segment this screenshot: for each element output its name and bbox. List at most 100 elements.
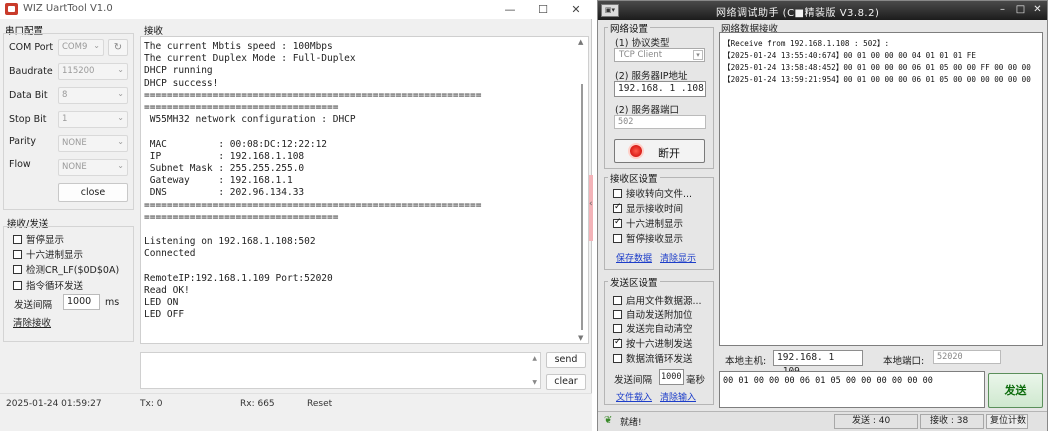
- auto-clear-checkbox[interactable]: 发送完自动清空: [613, 321, 693, 335]
- data-bit-label: Data Bit: [9, 90, 48, 101]
- protocol-label: (1) 协议类型: [615, 38, 670, 49]
- detect-crlf-checkbox[interactable]: 检测CR_LF($0D$0A): [13, 262, 119, 276]
- network-settings-title: 网络设置: [608, 21, 651, 35]
- net-interval-unit: 毫秒: [686, 375, 706, 386]
- recv-line: 【2025-01-24 13:59:21:954】00 01 00 00 00 …: [723, 75, 1031, 84]
- stop-bit-label: Stop Bit: [9, 114, 47, 125]
- receive-content: The current Mbtis speed : 100Mbps The cu…: [144, 41, 482, 321]
- clear-input-link[interactable]: 清除输入: [660, 390, 696, 403]
- send-scroll-down-icon[interactable]: ▼: [532, 379, 537, 386]
- net-close-icon[interactable]: ✕: [1031, 4, 1044, 17]
- sent-count: 发送 : 40: [834, 414, 918, 429]
- recv-line: 【Receive from 192.168.1.108 : 502】:: [723, 39, 890, 48]
- clear-receive-link[interactable]: 清除接收: [13, 315, 51, 329]
- recv-line: 【2025-01-24 13:55:40:674】00 01 00 00 00 …: [723, 51, 976, 60]
- net-interval-label: 发送间隔: [614, 375, 653, 386]
- recv-line: 【2025-01-24 13:58:48:452】00 01 00 00 00 …: [723, 63, 1031, 72]
- scroll-thumb[interactable]: [581, 84, 583, 330]
- net-window-title: 网络调试助手 (C■精装版 V3.8.2): [716, 8, 880, 19]
- send-hex-checkbox[interactable]: 按十六进制发送: [613, 336, 693, 350]
- server-port-label: (2) 服务器端口: [615, 105, 679, 116]
- flow-label: Flow: [9, 159, 31, 170]
- recv-to-file-checkbox[interactable]: 接收转向文件...: [613, 186, 692, 200]
- interval-unit: ms: [105, 297, 120, 308]
- auto-append-checkbox[interactable]: 自动发送附加位: [613, 307, 693, 321]
- recv-data-content: 【Receive from 192.168.1.108 : 502】: 【2025…: [723, 38, 1031, 86]
- dropdown-arrow-icon[interactable]: ▾: [693, 50, 703, 60]
- hex-display-checkbox[interactable]: 十六进制显示: [13, 247, 83, 261]
- server-ip-label: (2) 服务器IP地址: [615, 71, 688, 82]
- flow-select[interactable]: NONE ⌄: [58, 159, 128, 176]
- server-ip-input[interactable]: 192.168. 1 .108: [614, 81, 706, 97]
- file-datasource-checkbox[interactable]: 启用文件数据源...: [613, 293, 702, 307]
- status-rx: Rx: 665: [240, 399, 275, 409]
- receive-title: 接收: [144, 26, 164, 37]
- status-tx: Tx: 0: [140, 399, 163, 409]
- maximize-icon[interactable]: ☐: [529, 1, 557, 18]
- status-time: 2025-01-24 01:59:27: [6, 399, 102, 409]
- app-logo-icon: [5, 3, 18, 15]
- com-port-select[interactable]: COM9 ⌄: [58, 39, 104, 56]
- protocol-select[interactable]: TCP Client ▾: [614, 48, 705, 62]
- reset-count-button[interactable]: 复位计数: [986, 414, 1028, 429]
- close-port-button[interactable]: close: [58, 183, 128, 202]
- recv-data-area[interactable]: 【Receive from 192.168.1.108 : 502】: 【2025…: [719, 32, 1043, 346]
- scroll-up-icon[interactable]: ▲: [578, 38, 583, 46]
- system-menu-icon[interactable]: ▣▾: [601, 4, 619, 17]
- clear-display-link[interactable]: 清除显示: [660, 251, 696, 264]
- stop-bit-select[interactable]: 1 ⌄: [58, 111, 128, 128]
- local-port-label: 本地端口:: [883, 356, 925, 367]
- title-bar: WIZ UartTool V1.0 — ☐ ✕: [0, 0, 592, 19]
- status-reset[interactable]: Reset: [307, 399, 332, 409]
- wiz-uarttool-window: WIZ UartTool V1.0 — ☐ ✕ 串口配置 COM Port CO…: [0, 0, 593, 431]
- connection-status-icon: [630, 145, 642, 157]
- send-settings-title: 发送区设置: [608, 275, 660, 289]
- com-port-label: COM Port: [9, 42, 54, 53]
- send-button[interactable]: send: [546, 352, 586, 368]
- net-maximize-icon[interactable]: □: [1014, 4, 1027, 17]
- show-recv-time-checkbox[interactable]: 显示接收时间: [613, 201, 683, 215]
- save-data-link[interactable]: 保存数据: [616, 251, 652, 264]
- parity-select[interactable]: NONE ⌄: [58, 135, 128, 152]
- window-title: WIZ UartTool V1.0: [23, 3, 113, 14]
- send-data-input[interactable]: 00 01 00 00 00 06 01 05 00 00 00 00 00 0…: [719, 371, 985, 408]
- pause-recv-display-checkbox[interactable]: 暂停接收显示: [613, 231, 683, 245]
- baudrate-label: Baudrate: [9, 66, 53, 77]
- net-send-button[interactable]: 发送: [988, 373, 1043, 408]
- baudrate-select[interactable]: 115200 ⌄: [58, 63, 128, 80]
- net-interval-input[interactable]: 1000: [659, 369, 684, 385]
- local-host-input[interactable]: 192.168. 1 .109: [773, 350, 863, 377]
- net-status-bar: ❦ 就绪! 发送 : 40 接收 : 38 复位计数: [598, 411, 1047, 431]
- send-textarea[interactable]: ▲ ▼: [140, 352, 541, 389]
- parity-label: Parity: [9, 136, 37, 147]
- scroll-down-icon[interactable]: ▼: [578, 334, 583, 342]
- net-minimize-icon[interactable]: –: [996, 4, 1009, 17]
- local-port-input[interactable]: 52020: [933, 350, 1001, 364]
- data-bit-select[interactable]: 8 ⌄: [58, 87, 128, 104]
- ready-icon: ❦: [604, 415, 613, 426]
- file-load-link[interactable]: 文件载入: [616, 390, 652, 403]
- net-assistant-window: ▣▾ 网络调试助手 (C■精装版 V3.8.2) – □ ✕ 网络设置 (1) …: [597, 0, 1048, 431]
- send-scroll-up-icon[interactable]: ▲: [532, 355, 537, 362]
- send-interval-input[interactable]: 1000: [63, 294, 100, 310]
- recv-hex-display-checkbox[interactable]: 十六进制显示: [613, 216, 683, 230]
- minimize-icon[interactable]: —: [496, 1, 524, 18]
- server-port-input[interactable]: 502: [614, 115, 706, 129]
- collapse-arrow-icon[interactable]: ‹: [589, 199, 593, 209]
- close-window-icon[interactable]: ✕: [562, 1, 590, 18]
- disconnect-button[interactable]: 断开: [614, 139, 705, 163]
- recv-count: 接收 : 38: [920, 414, 984, 429]
- net-title-bar: ▣▾ 网络调试助手 (C■精装版 V3.8.2) – □ ✕: [598, 1, 1047, 20]
- loop-send-checkbox[interactable]: 指令循环发送: [13, 278, 83, 292]
- pause-display-checkbox[interactable]: 暂停显示: [13, 232, 64, 246]
- local-host-label: 本地主机:: [725, 356, 767, 367]
- ready-status: 就绪!: [620, 418, 642, 428]
- send-interval-label: 发送间隔: [14, 300, 53, 311]
- recv-settings-title: 接收区设置: [608, 171, 660, 185]
- loop-stream-checkbox[interactable]: 数据流循环发送: [613, 351, 693, 365]
- status-bar: 2025-01-24 01:59:27 Tx: 0 Rx: 665 Reset: [0, 393, 592, 431]
- clear-button[interactable]: clear: [546, 374, 586, 390]
- receive-textarea[interactable]: The current Mbtis speed : 100Mbps The cu…: [140, 36, 589, 344]
- refresh-ports-icon[interactable]: ↻: [108, 39, 128, 56]
- receive-scrollbar[interactable]: ▲ ▼: [577, 38, 587, 342]
